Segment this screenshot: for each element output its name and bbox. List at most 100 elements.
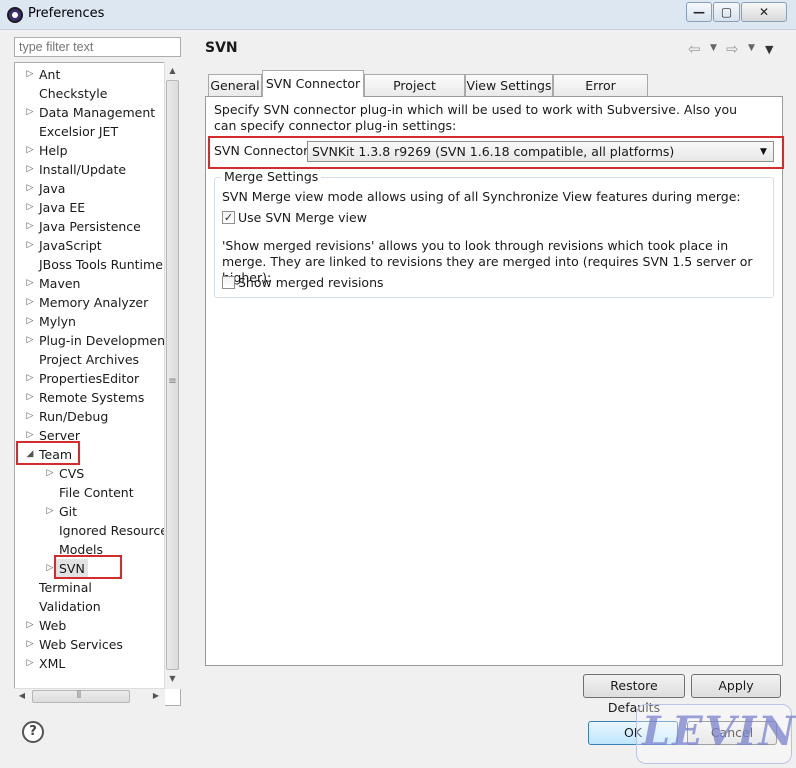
tree-item-label: Mylyn bbox=[39, 314, 76, 329]
tree-item-label: JBoss Tools Runtime D bbox=[39, 257, 177, 272]
tree-item[interactable]: ▷ Ant bbox=[15, 65, 165, 84]
tree-item[interactable]: ▷ Maven bbox=[15, 274, 165, 293]
merge-view-description: SVN Merge view mode allows using of all … bbox=[222, 189, 741, 204]
minimize-icon[interactable]: — bbox=[686, 2, 712, 22]
forward-dropdown-icon[interactable]: ▼ bbox=[748, 43, 755, 53]
collapsed-arrow-icon[interactable]: ▷ bbox=[25, 635, 35, 654]
tree-item[interactable]: ▷ Java Persistence bbox=[15, 217, 165, 236]
collapsed-arrow-icon[interactable]: ▷ bbox=[25, 293, 35, 312]
show-merged-revisions-checkbox[interactable] bbox=[222, 276, 235, 289]
svn-connector-label: SVN Connector: bbox=[214, 143, 313, 158]
collapsed-arrow-icon[interactable]: ▷ bbox=[25, 274, 35, 293]
tree-item[interactable]: ▷ Memory Analyzer bbox=[15, 293, 165, 312]
tab-error-reporting[interactable]: Error Reporting bbox=[553, 74, 648, 114]
view-menu-icon[interactable]: ▼ bbox=[765, 43, 773, 56]
tree-item[interactable]: Terminal bbox=[15, 578, 165, 597]
tree-item[interactable]: ▷ Data Management bbox=[15, 103, 165, 122]
tree-item-label: Run/Debug bbox=[39, 409, 109, 424]
tree-item[interactable]: ▷ Web Services bbox=[15, 635, 165, 654]
maximize-icon[interactable]: ▢ bbox=[713, 2, 740, 22]
tree-item[interactable]: Validation bbox=[15, 597, 165, 616]
help-icon[interactable]: ? bbox=[22, 721, 44, 743]
tree-item-label: Install/Update bbox=[39, 162, 127, 177]
hscroll-grip-icon: ⦀ bbox=[76, 690, 82, 701]
close-icon[interactable]: ✕ bbox=[741, 2, 787, 22]
scroll-grip-icon: ≡ bbox=[168, 376, 177, 387]
tree-item[interactable]: ▷ Run/Debug bbox=[15, 407, 165, 426]
collapsed-arrow-icon[interactable]: ▷ bbox=[25, 65, 35, 84]
collapsed-arrow-icon[interactable]: ▷ bbox=[25, 654, 35, 673]
collapsed-arrow-icon[interactable]: ▷ bbox=[25, 388, 35, 407]
tree-item[interactable]: Excelsior JET bbox=[15, 122, 165, 141]
use-merge-view-checkbox[interactable]: ✓ bbox=[222, 211, 235, 224]
scroll-left-icon[interactable]: ◀ bbox=[16, 691, 28, 700]
tab-general[interactable]: General bbox=[208, 74, 262, 97]
tree-item[interactable]: ▷ Git bbox=[15, 502, 165, 521]
tree-item[interactable]: JBoss Tools Runtime D bbox=[15, 255, 176, 274]
tree-item-label: Data Management bbox=[39, 105, 156, 120]
tree-item[interactable]: ▷ Java EE bbox=[15, 198, 165, 217]
collapsed-arrow-icon[interactable]: ▷ bbox=[25, 331, 35, 350]
tab-svn-connector[interactable]: SVN Connector bbox=[262, 70, 364, 97]
collapsed-arrow-icon[interactable]: ▷ bbox=[45, 502, 55, 521]
connector-description: Specify SVN connector plug-in which will… bbox=[214, 102, 738, 133]
tree-item[interactable]: ▷ PropertiesEditor bbox=[15, 369, 165, 388]
preference-tree[interactable]: ▷ Ant Checkstyle ▷ Data Management Excelsior … bbox=[14, 62, 181, 706]
tree-item[interactable]: ▷ Help bbox=[15, 141, 165, 160]
tree-item-label: Project Archives bbox=[39, 352, 140, 367]
collapsed-arrow-icon[interactable]: ▷ bbox=[25, 198, 35, 217]
collapsed-arrow-icon[interactable]: ▷ bbox=[25, 103, 35, 122]
tree-item[interactable]: ▷ Java bbox=[15, 179, 165, 198]
filter-input[interactable] bbox=[14, 37, 181, 57]
tree-item-label: JavaScript bbox=[39, 238, 102, 253]
scroll-up-icon[interactable]: ▲ bbox=[166, 66, 179, 75]
tree-item-label: Excelsior JET bbox=[39, 124, 119, 139]
show-merged-revisions-label[interactable]: Show merged revisions bbox=[238, 275, 384, 290]
tree-item-label: Git bbox=[59, 504, 78, 519]
collapsed-arrow-icon[interactable]: ▷ bbox=[25, 236, 35, 255]
scroll-down-icon[interactable]: ▼ bbox=[166, 674, 179, 683]
tree-item[interactable]: ▷ XML bbox=[15, 654, 165, 673]
tree-item-label: Help bbox=[39, 143, 68, 158]
tree-item[interactable]: Project Archives bbox=[15, 350, 165, 369]
collapsed-arrow-icon[interactable]: ▷ bbox=[25, 407, 35, 426]
scroll-right-icon[interactable]: ▶ bbox=[150, 691, 162, 700]
collapsed-arrow-icon[interactable]: ▷ bbox=[25, 179, 35, 198]
tree-item[interactable]: ▷ Plug-in Development bbox=[15, 331, 170, 350]
forward-arrow-icon[interactable]: ⇨ bbox=[726, 40, 739, 58]
collapsed-arrow-icon[interactable]: ▷ bbox=[25, 141, 35, 160]
svn-connector-select[interactable]: SVNKit 1.3.8 r9269 (SVN 1.6.18 compatibl… bbox=[307, 141, 774, 162]
tree-item[interactable]: ▷ Mylyn bbox=[15, 312, 165, 331]
collapsed-arrow-icon[interactable]: ▷ bbox=[25, 616, 35, 635]
tab-project-structure[interactable]: Project structure bbox=[364, 74, 465, 114]
tree-item-label: Remote Systems bbox=[39, 390, 145, 405]
collapsed-arrow-icon[interactable]: ▷ bbox=[45, 464, 55, 483]
tree-item-label: XML bbox=[39, 656, 66, 671]
tree-item[interactable]: Checkstyle bbox=[15, 84, 165, 103]
collapsed-arrow-icon[interactable]: ▷ bbox=[25, 312, 35, 331]
tree-item[interactable]: ▷ Install/Update bbox=[15, 160, 165, 179]
back-dropdown-icon[interactable]: ▼ bbox=[710, 43, 717, 53]
watermark-text: LEVIN bbox=[642, 708, 796, 755]
tree-highlight-box bbox=[54, 555, 122, 579]
tree-vertical-scroll-thumb[interactable] bbox=[166, 80, 179, 670]
restore-defaults-button[interactable]: Restore Defaults bbox=[583, 674, 685, 715]
tree-item-label: Validation bbox=[39, 599, 101, 614]
tree-item[interactable]: ▷ Web bbox=[15, 616, 165, 635]
back-arrow-icon[interactable]: ⇦ bbox=[688, 40, 701, 58]
tab-view-settings[interactable]: View Settings bbox=[465, 74, 553, 97]
tree-item-label: Ant bbox=[39, 67, 61, 82]
tree-item[interactable]: ▷ Remote Systems bbox=[15, 388, 165, 407]
tree-item[interactable]: File Content bbox=[15, 483, 165, 502]
use-merge-view-label[interactable]: Use SVN Merge view bbox=[238, 210, 367, 225]
tree-item[interactable]: ▷ JavaScript bbox=[15, 236, 165, 255]
tree-item-label: Maven bbox=[39, 276, 81, 291]
window-title: Preferences bbox=[28, 6, 105, 21]
collapsed-arrow-icon[interactable]: ▷ bbox=[25, 160, 35, 179]
apply-button[interactable]: Apply bbox=[691, 674, 781, 698]
tree-item[interactable]: Ignored Resources bbox=[15, 521, 175, 540]
collapsed-arrow-icon[interactable]: ▷ bbox=[25, 369, 35, 388]
collapsed-arrow-icon[interactable]: ▷ bbox=[25, 217, 35, 236]
tree-item[interactable]: ▷ CVS bbox=[15, 464, 165, 483]
chevron-down-icon[interactable]: ▼ bbox=[760, 147, 767, 157]
